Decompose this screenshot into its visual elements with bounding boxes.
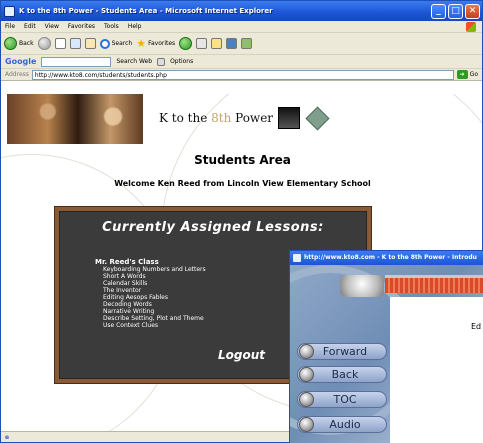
status-ie-icon: e	[5, 434, 10, 441]
back-label: Back	[19, 40, 34, 47]
stop-icon[interactable]	[54, 38, 66, 49]
lesson-link[interactable]: Use Context Clues	[103, 322, 206, 329]
desktop: K to the 8th Power - Students Area - Mic…	[0, 0, 483, 443]
logo-text: K to the 8th Power	[159, 111, 274, 125]
page-title: Students Area	[194, 153, 291, 167]
back-knob-icon	[299, 367, 314, 382]
popup-body: Ed Forward Back TOC Audio	[290, 265, 483, 443]
home-icon[interactable]	[84, 38, 96, 49]
menu-file[interactable]: File	[5, 23, 15, 30]
popup-title: http://www.kto8.com - K to the 8th Power…	[304, 254, 477, 261]
back-label: Back	[331, 368, 359, 381]
search-button[interactable]: Search	[99, 38, 133, 49]
toc-knob-icon	[299, 392, 314, 407]
menu-tools[interactable]: Tools	[104, 23, 119, 30]
audio-label: Audio	[329, 418, 361, 431]
audio-nav-button[interactable]: Audio	[297, 416, 387, 433]
popup-ie-icon	[293, 254, 301, 262]
menu-view[interactable]: View	[45, 23, 59, 30]
favorites-label: Favorites	[148, 40, 176, 47]
google-logo: Google	[5, 57, 37, 66]
menu-favorites[interactable]: Favorites	[68, 23, 95, 30]
minimize-button[interactable]: _	[431, 3, 446, 19]
lesson-link[interactable]: The Inventor	[103, 287, 206, 294]
search-web-button[interactable]: Search Web	[116, 58, 152, 65]
top-knob-icon	[340, 275, 384, 297]
google-search-input[interactable]	[41, 56, 112, 67]
pagerank-icon	[157, 57, 166, 66]
lesson-link[interactable]: Short A Words	[103, 273, 206, 280]
forward-nav-button[interactable]: Forward	[297, 343, 387, 360]
lesson-text: Ed	[471, 322, 482, 331]
site-logo: K to the 8th Power	[159, 105, 330, 131]
popup-title-bar[interactable]: http://www.kto8.com - K to the 8th Power…	[290, 251, 483, 265]
standard-toolbar: Back Search ★ Favorites	[1, 33, 482, 55]
go-label: Go	[469, 71, 478, 78]
popup-window: http://www.kto8.com - K to the 8th Power…	[289, 250, 483, 443]
lesson-panel	[390, 297, 483, 443]
favorites-button[interactable]: ★ Favorites	[136, 37, 175, 50]
folder-icon[interactable]	[211, 38, 223, 49]
address-label: Address	[5, 71, 29, 78]
menu-edit[interactable]: Edit	[24, 23, 36, 30]
close-button[interactable]: ✕	[465, 3, 480, 19]
ie-icon	[4, 5, 15, 17]
refresh-icon[interactable]	[69, 38, 81, 49]
media-icon[interactable]	[179, 37, 193, 50]
search-label: Search	[111, 40, 133, 47]
options-button[interactable]: Options	[170, 58, 193, 65]
welcome-message: Welcome Ken Reed from Lincoln View Eleme…	[114, 179, 371, 188]
back-arrow-icon	[4, 37, 17, 50]
mail-icon[interactable]	[226, 38, 238, 49]
forward-button[interactable]	[37, 37, 51, 50]
progress-strip	[385, 275, 483, 293]
window-controls: _ □ ✕	[431, 3, 482, 19]
board-title: Currently Assigned Lessons:	[102, 220, 324, 235]
logout-button[interactable]: Logout	[218, 348, 265, 362]
window-title: K to the 8th Power - Students Area - Mic…	[19, 7, 273, 15]
search-icon	[99, 38, 110, 49]
lesson-link[interactable]: Editing Aesops Fables	[103, 294, 206, 301]
back-button[interactable]: Back	[4, 37, 34, 50]
title-bar: K to the 8th Power - Students Area - Mic…	[1, 1, 482, 21]
lesson-list: Keyboarding Numbers and Letters Short A …	[103, 266, 206, 329]
back-nav-button[interactable]: Back	[297, 366, 387, 383]
audio-knob-icon	[299, 417, 314, 432]
forward-knob-icon	[299, 344, 314, 359]
history-icon[interactable]	[196, 38, 208, 49]
lesson-link[interactable]: Narrative Writing	[103, 308, 206, 315]
lesson-link[interactable]: Calendar Skills	[103, 280, 206, 287]
toc-nav-button[interactable]: TOC	[297, 391, 387, 408]
lesson-link[interactable]: Decoding Words	[103, 301, 206, 308]
class-name: Mr. Reed's Class	[95, 258, 159, 266]
star-icon: ★	[136, 37, 147, 50]
address-input[interactable]: http://www.kto8.com/students/students.ph…	[31, 69, 454, 80]
go-button[interactable]: ➜ Go	[456, 70, 482, 79]
maximize-button[interactable]: □	[448, 3, 463, 19]
header-photo	[7, 94, 143, 144]
address-bar: Address http://www.kto8.com/students/stu…	[1, 69, 482, 81]
google-toolbar: Google Search Web Options	[1, 55, 482, 69]
menu-help[interactable]: Help	[128, 23, 142, 30]
go-arrow-icon: ➜	[456, 70, 468, 79]
print-icon[interactable]	[241, 38, 253, 49]
lesson-link[interactable]: Describe Setting, Plot and Theme	[103, 315, 206, 322]
windows-logo-icon	[466, 22, 476, 32]
menu-bar: File Edit View Favorites Tools Help	[1, 21, 482, 33]
lesson-link[interactable]: Keyboarding Numbers and Letters	[103, 266, 206, 273]
logo-diamond-icon	[305, 105, 330, 131]
logo-box-icon	[278, 107, 301, 129]
toc-label: TOC	[333, 393, 357, 406]
forward-label: Forward	[322, 345, 368, 358]
